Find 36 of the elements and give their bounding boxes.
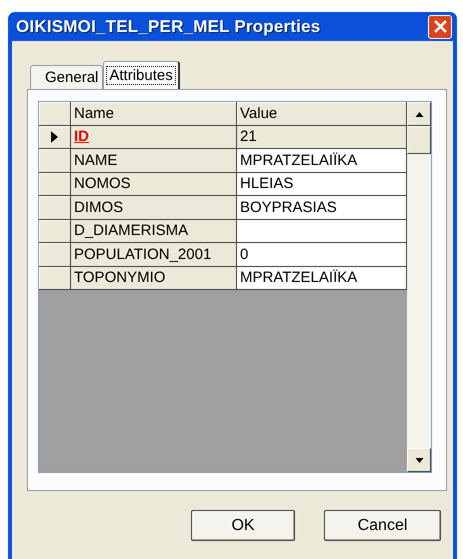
- current-row-icon: [51, 130, 58, 143]
- field-name: DIMOS: [74, 198, 124, 216]
- value-cell[interactable]: [237, 220, 407, 243]
- value-cell[interactable]: BOYPRASIAS: [237, 196, 407, 220]
- scroll-thumb[interactable]: [407, 126, 431, 154]
- row-header[interactable]: [39, 149, 71, 172]
- scroll-down-icon: [414, 458, 424, 462]
- window-title: OIKISMOI_TEL_PER_MEL Properties: [16, 16, 320, 36]
- scroll-up-icon: [414, 112, 424, 116]
- column-header[interactable]: Value: [237, 102, 407, 126]
- row-header: [39, 102, 71, 126]
- field-name: POPULATION_2001: [74, 246, 212, 263]
- row-header[interactable]: [39, 172, 71, 196]
- tab[interactable]: Attributes: [103, 61, 180, 89]
- row-header[interactable]: [39, 220, 71, 243]
- tab[interactable]: General: [30, 65, 104, 89]
- field-name: NOMOS: [74, 175, 131, 192]
- field-name: NAME: [74, 152, 118, 169]
- field-name: D_DIAMERISMA: [74, 222, 188, 240]
- value-cell[interactable]: 0: [237, 243, 407, 266]
- row-header[interactable]: [39, 126, 71, 149]
- row-header[interactable]: [39, 266, 71, 290]
- row-header[interactable]: [39, 196, 71, 220]
- dialog-button[interactable]: OK: [191, 510, 295, 541]
- close-icon: [434, 20, 446, 33]
- value-cell[interactable]: 21: [237, 126, 407, 149]
- dialog-button[interactable]: Cancel: [324, 510, 441, 541]
- close-button[interactable]: [428, 14, 452, 38]
- row-header[interactable]: [39, 243, 71, 266]
- value-cell[interactable]: MPRATZELAIÏKA: [237, 266, 407, 290]
- column-header[interactable]: Name: [71, 102, 237, 126]
- field-name: TOPONYMIO: [74, 269, 166, 286]
- value-cell[interactable]: HLEIAS: [237, 172, 407, 196]
- vertical-scrollbar[interactable]: [407, 102, 431, 472]
- field-name: ID: [74, 128, 89, 146]
- value-cell[interactable]: MPRATZELAIÏKA: [237, 149, 407, 172]
